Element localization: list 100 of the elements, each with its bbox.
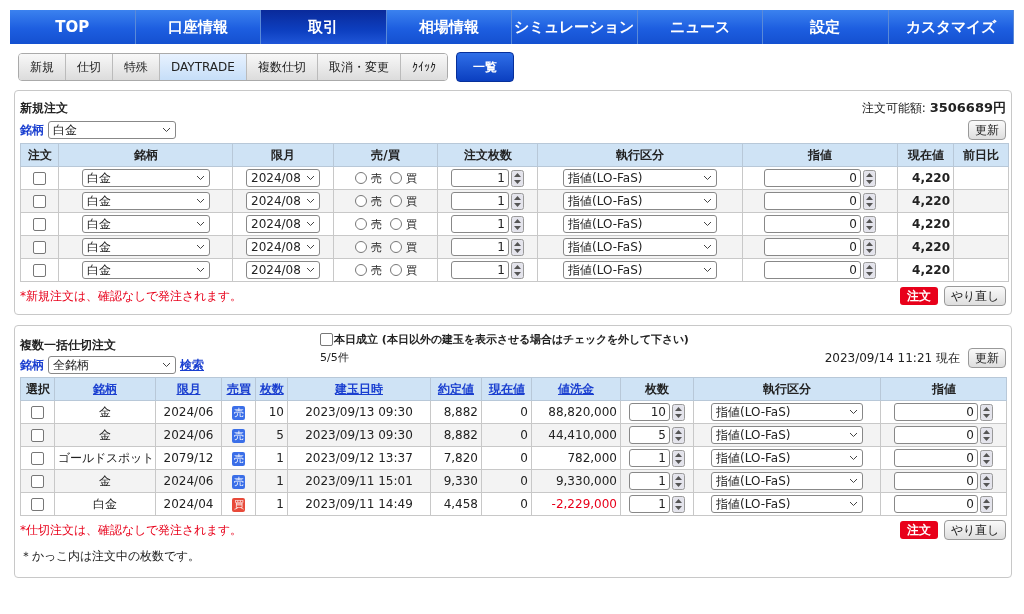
symbol-dropdown[interactable]: 白金 — [81, 238, 210, 256]
symbol-dropdown[interactable]: 白金 — [81, 215, 210, 233]
sub-tab[interactable]: 取消・変更 — [317, 54, 401, 80]
spinner-icon[interactable] — [980, 495, 993, 513]
price-field[interactable]: 0 — [894, 472, 978, 490]
price-field[interactable]: 0 — [894, 495, 978, 513]
execution-dropdown[interactable]: 指値(LO-FaS) — [711, 449, 863, 467]
month-dropdown[interactable]: 2024/08 — [246, 238, 320, 256]
execution-dropdown[interactable]: 指値(LO-FaS) — [563, 261, 717, 279]
execution-dropdown[interactable]: 指値(LO-FaS) — [711, 495, 863, 513]
sub-tab[interactable]: DAYTRADE — [160, 54, 247, 80]
radio-button[interactable] — [389, 241, 402, 253]
symbol-dropdown[interactable]: 白金 — [81, 169, 210, 187]
spinner-icon[interactable] — [980, 426, 993, 444]
spinner-icon[interactable] — [672, 472, 685, 490]
spinner-icon[interactable] — [672, 403, 685, 421]
order-button[interactable]: 注文 — [900, 521, 938, 539]
spinner-icon[interactable] — [511, 238, 524, 256]
price-field[interactable]: 0 — [764, 169, 861, 187]
sub-tab[interactable]: 特殊 — [113, 54, 160, 80]
price-field[interactable]: 0 — [894, 403, 978, 421]
checkbox[interactable] — [31, 429, 44, 442]
reset-button[interactable]: やり直し — [944, 286, 1006, 306]
execution-dropdown[interactable]: 指値(LO-FaS) — [711, 403, 863, 421]
checkbox[interactable] — [31, 475, 44, 488]
spinner-icon[interactable] — [863, 261, 876, 279]
nav-tab[interactable]: ニュース — [637, 10, 763, 44]
order-button[interactable]: 注文 — [900, 287, 938, 305]
spinner-icon[interactable] — [672, 495, 685, 513]
radio-button[interactable] — [354, 241, 367, 253]
checkbox[interactable] — [31, 406, 44, 419]
price-field[interactable]: 0 — [764, 192, 861, 210]
spinner-icon[interactable] — [863, 215, 876, 233]
month-dropdown[interactable]: 2024/08 — [246, 192, 320, 210]
quantity-field[interactable]: 1 — [629, 472, 670, 490]
quantity-field[interactable]: 5 — [629, 426, 670, 444]
price-field[interactable]: 0 — [894, 449, 978, 467]
quantity-field[interactable]: 1 — [629, 449, 670, 467]
quantity-field[interactable]: 1 — [451, 238, 509, 256]
checkbox[interactable] — [33, 241, 46, 254]
checkbox[interactable] — [33, 218, 46, 231]
execution-dropdown[interactable]: 指値(LO-FaS) — [563, 169, 717, 187]
radio-button[interactable] — [354, 195, 367, 207]
symbol-dropdown[interactable]: 全銘柄 — [48, 356, 176, 374]
reset-button[interactable]: やり直し — [944, 520, 1006, 540]
symbol-dropdown[interactable]: 白金 — [81, 192, 210, 210]
month-dropdown[interactable]: 2024/08 — [246, 169, 320, 187]
price-field[interactable]: 0 — [894, 426, 978, 444]
quantity-field[interactable]: 1 — [451, 215, 509, 233]
radio-button[interactable] — [354, 264, 367, 276]
month-dropdown[interactable]: 2024/08 — [246, 215, 320, 233]
quantity-field[interactable]: 1 — [451, 169, 509, 187]
spinner-icon[interactable] — [863, 169, 876, 187]
checkbox[interactable] — [33, 195, 46, 208]
nav-tab[interactable]: カスタマイズ — [888, 10, 1014, 44]
radio-button[interactable] — [354, 172, 367, 184]
execution-dropdown[interactable]: 指値(LO-FaS) — [711, 472, 863, 490]
spinner-icon[interactable] — [863, 238, 876, 256]
nav-tab[interactable]: シミュレーション — [512, 10, 638, 44]
search-link[interactable]: 検索 — [180, 356, 204, 374]
execution-dropdown[interactable]: 指値(LO-FaS) — [563, 192, 717, 210]
symbol-dropdown[interactable]: 白金 — [81, 261, 210, 279]
checkbox[interactable] — [31, 452, 44, 465]
radio-button[interactable] — [389, 195, 402, 207]
spinner-icon[interactable] — [980, 403, 993, 421]
spinner-icon[interactable] — [672, 449, 685, 467]
refresh-button[interactable]: 更新 — [968, 120, 1006, 140]
nav-tab[interactable]: 取引 — [261, 10, 387, 44]
execution-dropdown[interactable]: 指値(LO-FaS) — [711, 426, 863, 444]
execution-dropdown[interactable]: 指値(LO-FaS) — [563, 238, 717, 256]
spinner-icon[interactable] — [863, 192, 876, 210]
quantity-field[interactable]: 1 — [451, 192, 509, 210]
radio-button[interactable] — [354, 218, 367, 230]
radio-button[interactable] — [389, 172, 402, 184]
quantity-field[interactable]: 10 — [629, 403, 670, 421]
sub-tab[interactable]: 新規 — [19, 54, 66, 80]
spinner-icon[interactable] — [980, 472, 993, 490]
quantity-field[interactable]: 1 — [629, 495, 670, 513]
sub-tab[interactable]: ｸｲｯｸ — [400, 54, 447, 80]
checkbox[interactable] — [320, 333, 333, 346]
checkbox[interactable] — [33, 172, 46, 185]
spinner-icon[interactable] — [511, 215, 524, 233]
spinner-icon[interactable] — [980, 449, 993, 467]
price-field[interactable]: 0 — [764, 238, 861, 256]
nav-tab[interactable]: TOP — [10, 10, 136, 44]
sub-tab[interactable]: 複数仕切 — [246, 54, 318, 80]
execution-dropdown[interactable]: 指値(LO-FaS) — [563, 215, 717, 233]
sort-link[interactable]: 銘柄 — [93, 381, 117, 396]
sub-tab[interactable]: 仕切 — [66, 54, 113, 80]
month-dropdown[interactable]: 2024/08 — [246, 261, 320, 279]
nav-tab[interactable]: 相場情報 — [386, 10, 512, 44]
checkbox[interactable] — [31, 498, 44, 511]
symbol-dropdown[interactable]: 白金 — [48, 121, 176, 139]
spinner-icon[interactable] — [511, 169, 524, 187]
refresh-button[interactable]: 更新 — [968, 348, 1006, 368]
radio-button[interactable] — [389, 264, 402, 276]
nav-tab[interactable]: 口座情報 — [135, 10, 261, 44]
list-button[interactable]: 一覧 — [455, 52, 514, 82]
radio-button[interactable] — [389, 218, 402, 230]
price-field[interactable]: 0 — [764, 215, 861, 233]
